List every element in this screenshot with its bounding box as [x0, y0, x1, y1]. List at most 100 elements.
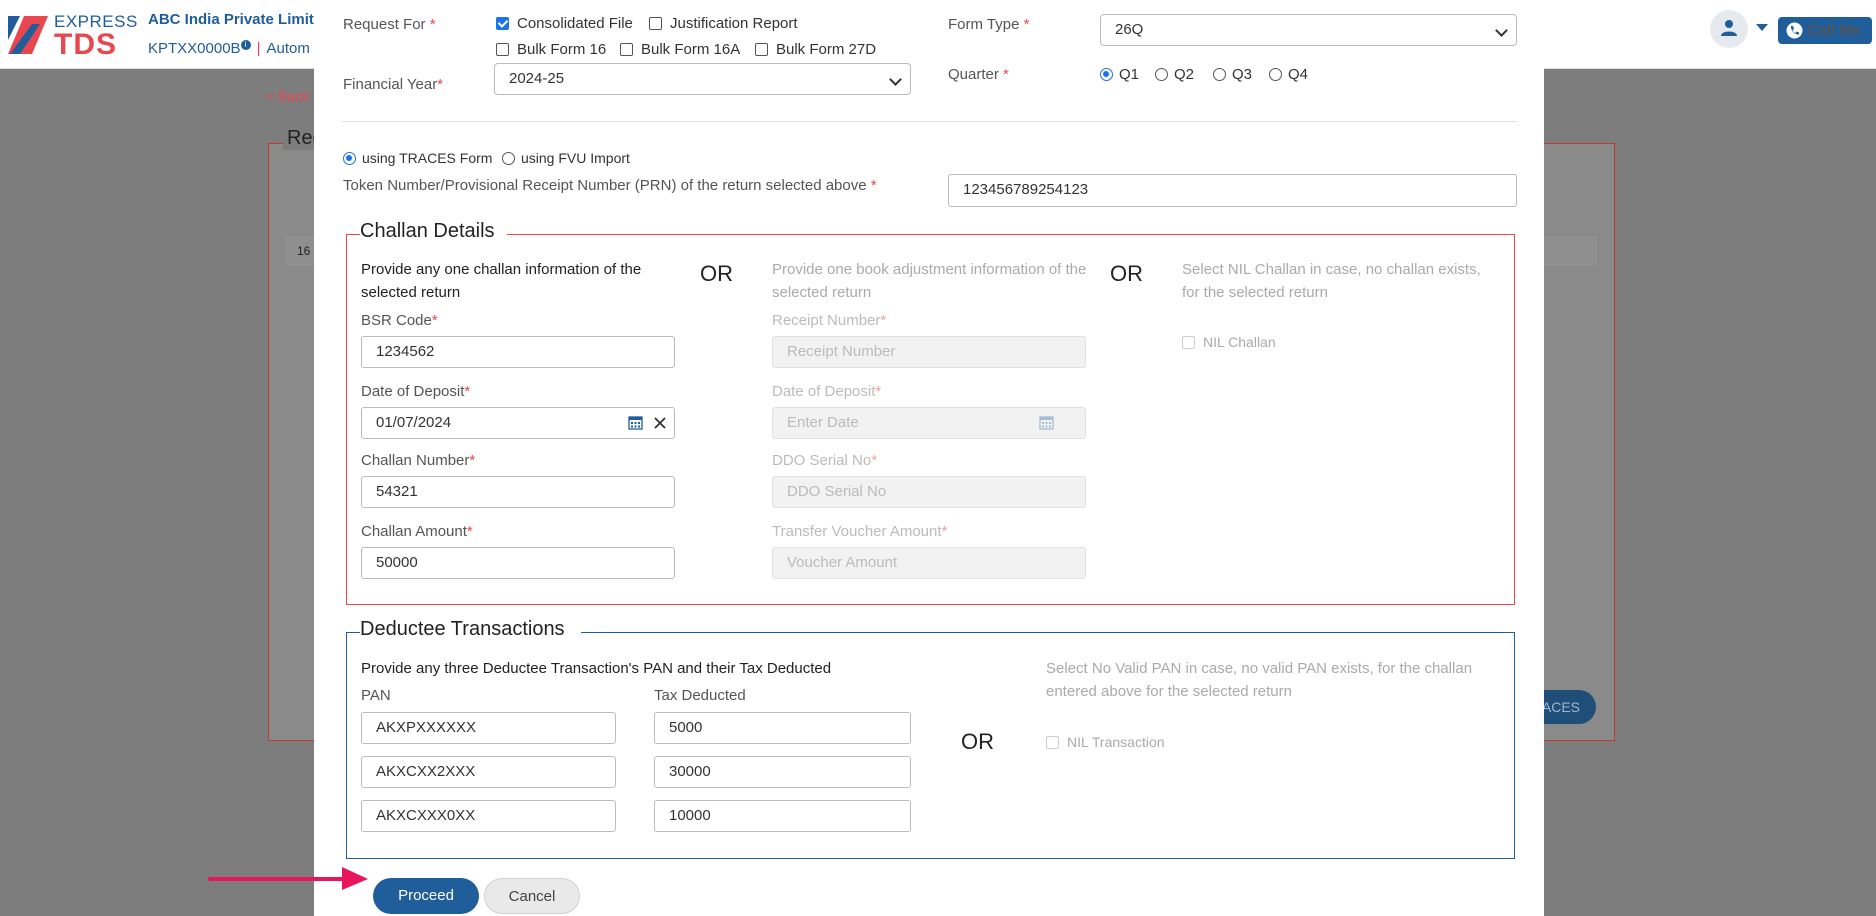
tan-line: KPTXX0000B i | Autom [148, 40, 310, 57]
token-input[interactable]: 123456789254123 [948, 174, 1517, 207]
auto-text: Autom [266, 40, 310, 57]
consolidated-file-checkbox[interactable] [496, 17, 509, 30]
financial-year-value: 2024-25 [509, 70, 565, 87]
call-me-label: Call Me [1808, 22, 1861, 39]
bulk-form-16a-label: Bulk Form 16A [641, 41, 741, 58]
or-text-1: OR [700, 261, 733, 286]
request-for-label: Request For * [343, 16, 436, 33]
financial-year-label: Financial Year* [343, 76, 444, 93]
q3-label: Q3 [1232, 66, 1253, 83]
deductee-transactions-legend: Deductee Transactions [360, 618, 581, 641]
nil-challan-option[interactable]: NIL Challan [1182, 334, 1276, 350]
nil-challan-checkbox[interactable] [1182, 335, 1195, 349]
challan-number-label: Challan Number* [361, 452, 476, 469]
book-date-of-deposit-label: Date of Deposit* [772, 383, 882, 400]
q1-label: Q1 [1119, 66, 1140, 83]
nil-transaction-checkbox[interactable] [1046, 735, 1059, 749]
challan-details-legend: Challan Details [360, 220, 507, 243]
divider [342, 121, 1517, 122]
source-fvu-import[interactable]: using FVU Import [502, 150, 630, 166]
chevron-down-icon [889, 73, 902, 86]
q2-radio[interactable] [1155, 68, 1168, 81]
chevron-down-icon [1495, 24, 1508, 37]
logo-mark-icon [8, 16, 48, 54]
date-of-deposit-input[interactable]: 01/07/2024 [361, 407, 675, 439]
separator: | [256, 40, 261, 57]
tax-deducted-column-label: Tax Deducted [654, 687, 746, 704]
option-bulk-form-27d[interactable]: Bulk Form 27D [755, 41, 876, 58]
bsr-code-label: BSR Code* [361, 312, 438, 329]
quarter-q1[interactable]: Q1 [1100, 66, 1139, 83]
quarter-label: Quarter * [948, 66, 1009, 83]
bsr-code-input[interactable]: 1234562 [361, 336, 675, 368]
close-icon[interactable] [654, 417, 666, 429]
or-text-2: OR [1110, 261, 1143, 286]
nil-transaction-option[interactable]: NIL Transaction [1046, 734, 1165, 750]
book-date-of-deposit-input[interactable]: Enter Date [772, 407, 1086, 439]
user-menu-button[interactable] [1710, 10, 1748, 48]
pan-input-3[interactable]: AKXCXXX0XX [361, 800, 616, 832]
calendar-icon[interactable] [628, 415, 643, 430]
justification-report-label: Justification Report [670, 15, 798, 32]
bulk-form-27d-checkbox[interactable] [755, 43, 768, 56]
date-of-deposit-label: Date of Deposit* [361, 383, 471, 400]
option-bulk-form-16a[interactable]: Bulk Form 16A [620, 41, 740, 58]
book-adjustment-text: Provide one book adjustment information … [772, 261, 1087, 301]
call-me-button[interactable]: Call Me [1778, 17, 1872, 44]
bulk-form-16a-checkbox[interactable] [620, 43, 633, 56]
deductee-intro-text: Provide any three Deductee Transaction's… [361, 660, 832, 677]
or-text-3: OR [961, 729, 994, 754]
nil-transaction-label: NIL Transaction [1067, 734, 1165, 750]
company-name: ABC India Private Limite [148, 11, 323, 28]
background-row-text: 16 [297, 244, 311, 258]
bulk-form-27d-label: Bulk Form 27D [776, 41, 877, 58]
challan-number-input[interactable]: 54321 [361, 476, 675, 508]
bulk-form-16-checkbox[interactable] [496, 43, 509, 56]
tax-deducted-input-3[interactable]: 10000 [654, 800, 911, 832]
nil-challan-text: Select NIL Challan in case, no challan e… [1182, 261, 1481, 301]
option-bulk-form-16[interactable]: Bulk Form 16 [496, 41, 606, 58]
receipt-number-input[interactable]: Receipt Number [772, 336, 1086, 368]
fvu-import-radio[interactable] [502, 151, 515, 165]
bulk-form-16-label: Bulk Form 16 [517, 41, 607, 58]
q1-radio[interactable] [1100, 68, 1113, 81]
q4-label: Q4 [1288, 66, 1309, 83]
financial-year-select[interactable]: 2024-25 [494, 63, 911, 95]
form-type-label: Form Type * [948, 16, 1030, 33]
pan-input-1[interactable]: AKXPXXXXXX [361, 712, 616, 744]
option-justification-report[interactable]: Justification Report [649, 15, 798, 32]
no-valid-pan-text: Select No Valid PAN in case, no valid PA… [1046, 660, 1473, 700]
info-icon[interactable]: i [240, 40, 251, 50]
express-tds-logo[interactable]: EXPRESS TDS [8, 10, 137, 61]
pan-input-2[interactable]: AKXCXX2XXX [361, 756, 616, 788]
source-traces-form[interactable]: using TRACES Form [343, 150, 492, 166]
quarter-q3[interactable]: Q3 [1213, 66, 1252, 83]
form-type-value: 26Q [1115, 21, 1144, 38]
traces-form-radio[interactable] [343, 151, 356, 165]
option-consolidated-file[interactable]: Consolidated File [496, 15, 633, 32]
tan-number: KPTXX0000B [148, 40, 241, 57]
quarter-q2[interactable]: Q2 [1155, 66, 1194, 83]
traces-form-label: using TRACES Form [362, 150, 493, 166]
q4-radio[interactable] [1269, 68, 1282, 81]
cancel-button[interactable]: Cancel [484, 878, 580, 914]
receipt-number-label: Receipt Number* [772, 312, 887, 329]
quarter-q4[interactable]: Q4 [1269, 66, 1308, 83]
caret-down-icon[interactable] [1756, 24, 1768, 31]
proceed-button[interactable]: Proceed [373, 878, 479, 914]
voucher-amount-input[interactable]: Voucher Amount [772, 547, 1086, 579]
challan-amount-input[interactable]: 50000 [361, 547, 675, 579]
tax-deducted-input-1[interactable]: 5000 [654, 712, 911, 744]
arrow-right-icon [208, 867, 368, 890]
q3-radio[interactable] [1213, 68, 1226, 81]
ddo-serial-input[interactable]: DDO Serial No [772, 476, 1086, 508]
phone-icon [1786, 22, 1803, 39]
tax-deducted-input-2[interactable]: 30000 [654, 756, 911, 788]
pan-column-label: PAN [361, 687, 391, 704]
consolidated-file-label: Consolidated File [517, 15, 633, 32]
request-modal: Request For * Consolidated File Justific… [314, 0, 1544, 916]
form-type-select[interactable]: 26Q [1100, 14, 1517, 46]
justification-report-checkbox[interactable] [649, 17, 662, 30]
back-link[interactable]: < Back [266, 88, 309, 104]
fvu-import-label: using FVU Import [521, 150, 630, 166]
